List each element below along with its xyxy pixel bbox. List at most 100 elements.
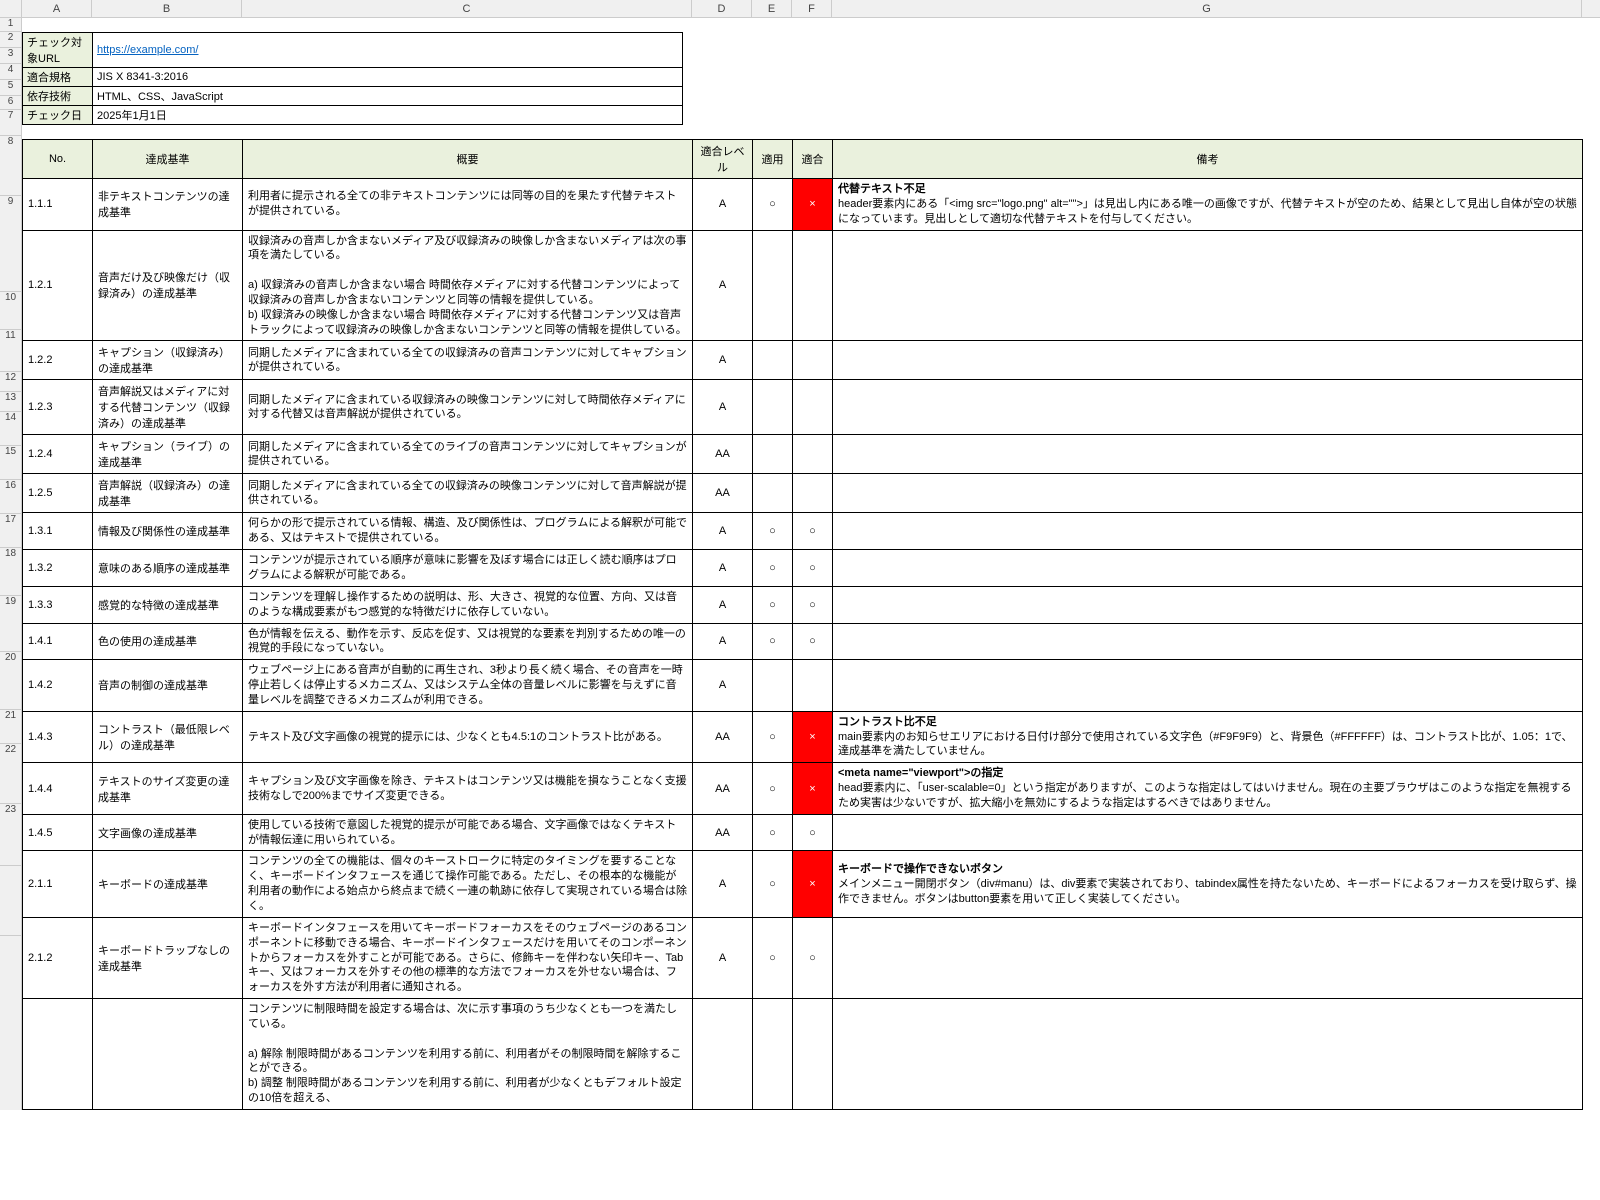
cell-note[interactable]	[833, 380, 1583, 435]
cell-applicable[interactable]	[753, 474, 793, 513]
cell-level[interactable]: A	[693, 513, 753, 550]
cell-criterion[interactable]: テキストのサイズ変更の達成基準	[93, 763, 243, 815]
row-num[interactable]: 8	[0, 136, 21, 196]
cell-applicable[interactable]: ○	[753, 711, 793, 763]
cell-applicable[interactable]: ○	[753, 586, 793, 623]
cell-criterion[interactable]: 音声だけ及び映像だけ（収録済み）の達成基準	[93, 230, 243, 341]
cell-level[interactable]: AA	[693, 435, 753, 474]
cell-applicable[interactable]	[753, 230, 793, 341]
cell-no[interactable]: 1.4.3	[23, 711, 93, 763]
cell-conform[interactable]	[793, 435, 833, 474]
cell-no[interactable]	[23, 999, 93, 1110]
cell-level[interactable]: A	[693, 917, 753, 998]
cell-no[interactable]: 1.2.5	[23, 474, 93, 513]
row-num[interactable]: 7	[0, 110, 21, 136]
meta-url-label[interactable]: チェック対象URL	[23, 33, 93, 68]
cell-no[interactable]: 1.4.2	[23, 660, 93, 712]
row-num[interactable]: 20	[0, 652, 21, 710]
cell-summary[interactable]: コンテンツに制限時間を設定する場合は、次に示す事項のうち少なくとも一つを満たして…	[243, 999, 693, 1110]
header-criterion[interactable]: 達成基準	[93, 140, 243, 179]
cell-criterion[interactable]: 感覚的な特徴の達成基準	[93, 586, 243, 623]
col-header-E[interactable]: E	[752, 0, 792, 17]
cell-summary[interactable]: 同期したメディアに含まれている収録済みの映像コンテンツに対して時間依存メディアに…	[243, 380, 693, 435]
cell-summary[interactable]: 色が情報を伝える、動作を示す、反応を促す、又は視覚的な要素を判別するための唯一の…	[243, 623, 693, 660]
cell-no[interactable]: 1.4.5	[23, 814, 93, 851]
row-num[interactable]: 10	[0, 292, 21, 330]
cell-conform-fail[interactable]: ×	[793, 711, 833, 763]
row-num[interactable]: 13	[0, 392, 21, 412]
cell-note[interactable]	[833, 341, 1583, 380]
cell-summary[interactable]: コンテンツを理解し操作するための説明は、形、大きさ、視覚的な位置、方向、又は音の…	[243, 586, 693, 623]
cell-applicable[interactable]: ○	[753, 550, 793, 587]
cell-applicable[interactable]: ○	[753, 623, 793, 660]
cell-conform[interactable]: ○	[793, 814, 833, 851]
cell-note[interactable]	[833, 230, 1583, 341]
header-summary[interactable]: 概要	[243, 140, 693, 179]
cell-criterion[interactable]: キャプション（収録済み）の達成基準	[93, 341, 243, 380]
cell-applicable[interactable]: ○	[753, 851, 793, 917]
meta-date-label[interactable]: チェック日	[23, 106, 93, 125]
cell-criterion[interactable]	[93, 999, 243, 1110]
cell-conform[interactable]	[793, 474, 833, 513]
cell-conform-fail[interactable]: ×	[793, 763, 833, 815]
col-header-B[interactable]: B	[92, 0, 242, 17]
row-num[interactable]: 23	[0, 804, 21, 866]
cell-level[interactable]: AA	[693, 763, 753, 815]
cell-note[interactable]	[833, 814, 1583, 851]
cell-level[interactable]: AA	[693, 814, 753, 851]
cell-no[interactable]: 1.2.4	[23, 435, 93, 474]
cell-level[interactable]: A	[693, 341, 753, 380]
cell-note[interactable]: <meta name="viewport">の指定head要素内に、「user-…	[833, 763, 1583, 815]
cell-level[interactable]: A	[693, 380, 753, 435]
cell-applicable[interactable]	[753, 999, 793, 1110]
cell-criterion[interactable]: 意味のある順序の達成基準	[93, 550, 243, 587]
row-num[interactable]: 14	[0, 412, 21, 446]
cell-applicable[interactable]: ○	[753, 513, 793, 550]
row-num[interactable]: 15	[0, 446, 21, 480]
meta-url-link[interactable]: https://example.com/	[97, 44, 199, 56]
cell-applicable[interactable]	[753, 341, 793, 380]
cell-level[interactable]: A	[693, 230, 753, 341]
header-note[interactable]: 備考	[833, 140, 1583, 179]
header-no[interactable]: No.	[23, 140, 93, 179]
cell-summary[interactable]: 収録済みの音声しか含まないメディア及び収録済みの映像しか含まないメディアは次の事…	[243, 230, 693, 341]
cell-level[interactable]: AA	[693, 474, 753, 513]
header-level[interactable]: 適合レベル	[693, 140, 753, 179]
cell-no[interactable]: 1.2.1	[23, 230, 93, 341]
cell-conform[interactable]	[793, 341, 833, 380]
cell-summary[interactable]: 利用者に提示される全ての非テキストコンテンツには同等の目的を果たす代替テキストが…	[243, 179, 693, 231]
cell-summary[interactable]: 同期したメディアに含まれている全ての収録済みの映像コンテンツに対して音声解説が提…	[243, 474, 693, 513]
cell-conform[interactable]	[793, 660, 833, 712]
col-header-C[interactable]: C	[242, 0, 692, 17]
row-num[interactable]: 22	[0, 744, 21, 804]
cell-applicable[interactable]	[753, 435, 793, 474]
row-num[interactable]: 19	[0, 596, 21, 652]
meta-date-value[interactable]: 2025年1月1日	[93, 106, 683, 125]
cell-criterion[interactable]: 音声の制御の達成基準	[93, 660, 243, 712]
col-header-D[interactable]: D	[692, 0, 752, 17]
cell-no[interactable]: 1.3.1	[23, 513, 93, 550]
row-num[interactable]: 9	[0, 196, 21, 292]
cell-conform[interactable]: ○	[793, 623, 833, 660]
corner-cell[interactable]	[0, 0, 22, 17]
cell-summary[interactable]: ウェブページ上にある音声が自動的に再生され、3秒より長く続く場合、その音声を一時…	[243, 660, 693, 712]
cell-summary[interactable]: コンテンツが提示されている順序が意味に影響を及ぼす場合には正しく読む順序はプログ…	[243, 550, 693, 587]
cell-applicable[interactable]	[753, 380, 793, 435]
row-num[interactable]: 21	[0, 710, 21, 744]
cell-no[interactable]: 1.3.2	[23, 550, 93, 587]
col-header-F[interactable]: F	[792, 0, 832, 17]
row-num[interactable]: 12	[0, 372, 21, 392]
cell-note[interactable]	[833, 917, 1583, 998]
cell-applicable[interactable]: ○	[753, 814, 793, 851]
row-num[interactable]: 2	[0, 32, 21, 48]
cell-summary[interactable]: テキスト及び文字画像の視覚的提示には、少なくとも4.5:1のコントラスト比がある…	[243, 711, 693, 763]
header-conform[interactable]: 適合	[793, 140, 833, 179]
cell-note[interactable]	[833, 586, 1583, 623]
row-num[interactable]: 6	[0, 96, 21, 110]
cell-no[interactable]: 1.4.1	[23, 623, 93, 660]
cell-note[interactable]	[833, 513, 1583, 550]
cell-summary[interactable]: 同期したメディアに含まれている全ての収録済みの音声コンテンツに対してキャプション…	[243, 341, 693, 380]
cell-conform[interactable]	[793, 999, 833, 1110]
cell-summary[interactable]: 使用している技術で意図した視覚的提示が可能である場合、文字画像ではなくテキストが…	[243, 814, 693, 851]
cell-criterion[interactable]: キーボードトラップなしの達成基準	[93, 917, 243, 998]
